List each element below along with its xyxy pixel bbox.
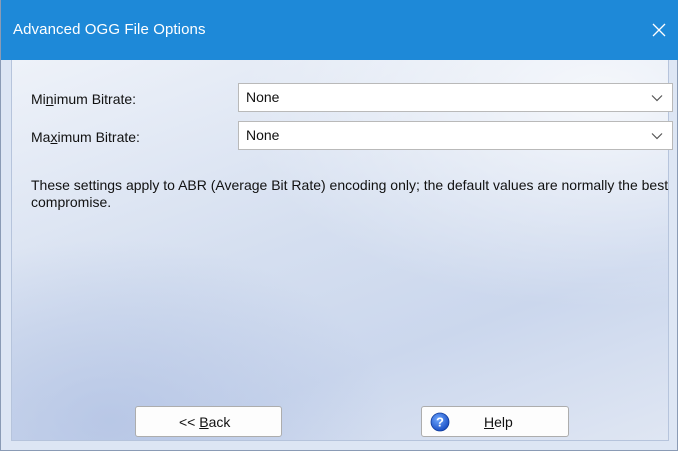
help-button-label: Help	[484, 414, 513, 430]
dialog-window: Advanced OGG File Options Minimum Bitrat…	[0, 0, 678, 451]
help-button[interactable]: ? Help	[421, 406, 569, 437]
back-button-label: << Back	[179, 414, 231, 430]
back-button[interactable]: << Back	[135, 406, 282, 437]
min-bitrate-value: None	[246, 89, 280, 105]
chevron-down-icon	[651, 95, 663, 102]
max-bitrate-label: Maximum Bitrate:	[31, 129, 140, 145]
max-bitrate-value: None	[246, 127, 280, 143]
description-text: These settings apply to ABR (Average Bit…	[31, 177, 669, 210]
svg-text:?: ?	[436, 415, 444, 430]
chevron-down-icon	[651, 133, 663, 140]
close-icon	[652, 23, 666, 37]
window-title: Advanced OGG File Options	[13, 21, 206, 38]
min-bitrate-select[interactable]: None	[238, 83, 673, 112]
dialog-body	[11, 60, 669, 441]
max-bitrate-select[interactable]: None	[238, 121, 673, 150]
title-bar[interactable]: Advanced OGG File Options	[1, 0, 678, 60]
min-bitrate-label: Minimum Bitrate:	[31, 91, 137, 107]
close-button[interactable]	[639, 10, 678, 50]
help-icon: ?	[430, 412, 450, 432]
